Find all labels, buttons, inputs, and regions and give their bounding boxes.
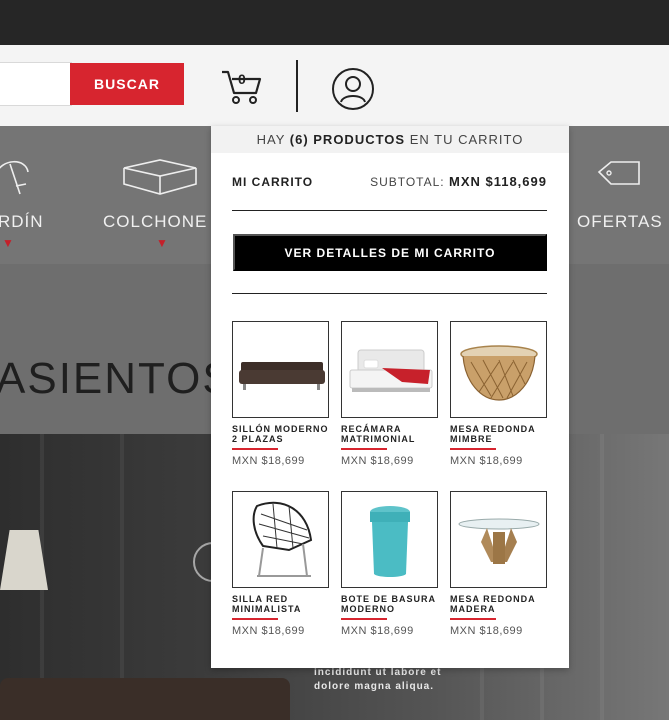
sofa-icon <box>239 362 325 390</box>
user-icon[interactable] <box>331 67 375 111</box>
product-price: MXN $18,699 <box>232 625 305 637</box>
cart-product[interactable]: MESA REDONDA MIMBRE MXN $18,699 <box>450 321 547 467</box>
divider <box>232 210 547 211</box>
chevron-down-icon[interactable]: ▼ <box>2 236 14 250</box>
header-divider <box>296 60 298 112</box>
product-thumbnail[interactable] <box>450 491 547 588</box>
product-thumbnail[interactable] <box>341 491 438 588</box>
product-thumbnail[interactable] <box>232 491 329 588</box>
tag-icon <box>597 161 640 185</box>
cart-summary-header: HAY (6) PRODUCTOS EN TU CARRITO <box>211 126 569 153</box>
category-mattresses[interactable]: COLCHONE <box>103 212 207 232</box>
product-name[interactable]: SILLÓN MODERNO 2 PLAZAS <box>232 424 329 444</box>
product-price: MXN $18,699 <box>232 455 305 467</box>
product-name[interactable]: MESA REDONDA MADERA <box>450 594 547 614</box>
product-price: MXN $18,699 <box>341 625 414 637</box>
view-cart-details-button[interactable]: VER DETALLES DE MI CARRITO <box>233 234 547 271</box>
umbrella-icon <box>0 160 29 195</box>
search-input[interactable] <box>0 62 72 106</box>
product-price: MXN $18,699 <box>341 455 414 467</box>
glass-table-icon <box>458 518 540 564</box>
hero-title: ASIENTOS <box>0 354 234 403</box>
cart-product[interactable]: SILLA RED MINIMALISTA MXN $18,699 <box>232 491 329 637</box>
sofa-image <box>0 678 290 720</box>
divider <box>232 293 547 294</box>
product-name[interactable]: MESA REDONDA MIMBRE <box>450 424 547 444</box>
top-bar <box>0 0 669 45</box>
product-name[interactable]: RECÁMARA MATRIMONIAL <box>341 424 438 444</box>
cart-title: MI CARRITO <box>232 175 314 189</box>
product-name[interactable]: BOTE DE BASURA MODERNO <box>341 594 438 614</box>
cart-product[interactable]: SILLÓN MODERNO 2 PLAZAS MXN $18,699 <box>232 321 329 467</box>
category-garden[interactable]: RDÍN <box>0 212 44 232</box>
product-accent-line <box>341 448 387 450</box>
search-button[interactable]: BUSCAR <box>70 63 184 105</box>
product-thumbnail[interactable] <box>450 321 547 418</box>
cart-product[interactable]: MESA REDONDA MADERA MXN $18,699 <box>450 491 547 637</box>
wicker-table-icon <box>460 345 538 401</box>
product-accent-line <box>341 618 387 620</box>
mattress-icon <box>123 159 197 195</box>
cart-product[interactable]: RECÁMARA MATRIMONIAL MXN $18,699 <box>341 321 438 467</box>
product-accent-line <box>450 448 496 450</box>
category-offers[interactable]: OFERTAS <box>577 212 663 232</box>
trash-bin-icon <box>370 506 410 577</box>
product-price: MXN $18,699 <box>450 625 523 637</box>
cart-dropdown: HAY (6) PRODUCTOS EN TU CARRITO MI CARRI… <box>211 126 569 668</box>
cart-product[interactable]: BOTE DE BASURA MODERNO MXN $18,699 <box>341 491 438 637</box>
product-accent-line <box>232 448 278 450</box>
bed-icon <box>349 349 433 392</box>
wire-chair-icon <box>252 501 313 577</box>
product-accent-line <box>232 618 278 620</box>
product-accent-line <box>450 618 496 620</box>
header: BUSCAR 0 <box>0 45 669 126</box>
cart-subtotal: SUBTOTAL: MXN $118,699 <box>370 174 547 189</box>
product-thumbnail[interactable] <box>232 321 329 418</box>
product-name[interactable]: SILLA RED MINIMALISTA <box>232 594 329 614</box>
chevron-down-icon[interactable]: ▼ <box>156 236 168 250</box>
photo-caption: incididunt ut labore et dolore magna ali… <box>314 667 442 692</box>
product-thumbnail[interactable] <box>341 321 438 418</box>
cart-count: 0 <box>238 71 246 87</box>
product-price: MXN $18,699 <box>450 455 523 467</box>
